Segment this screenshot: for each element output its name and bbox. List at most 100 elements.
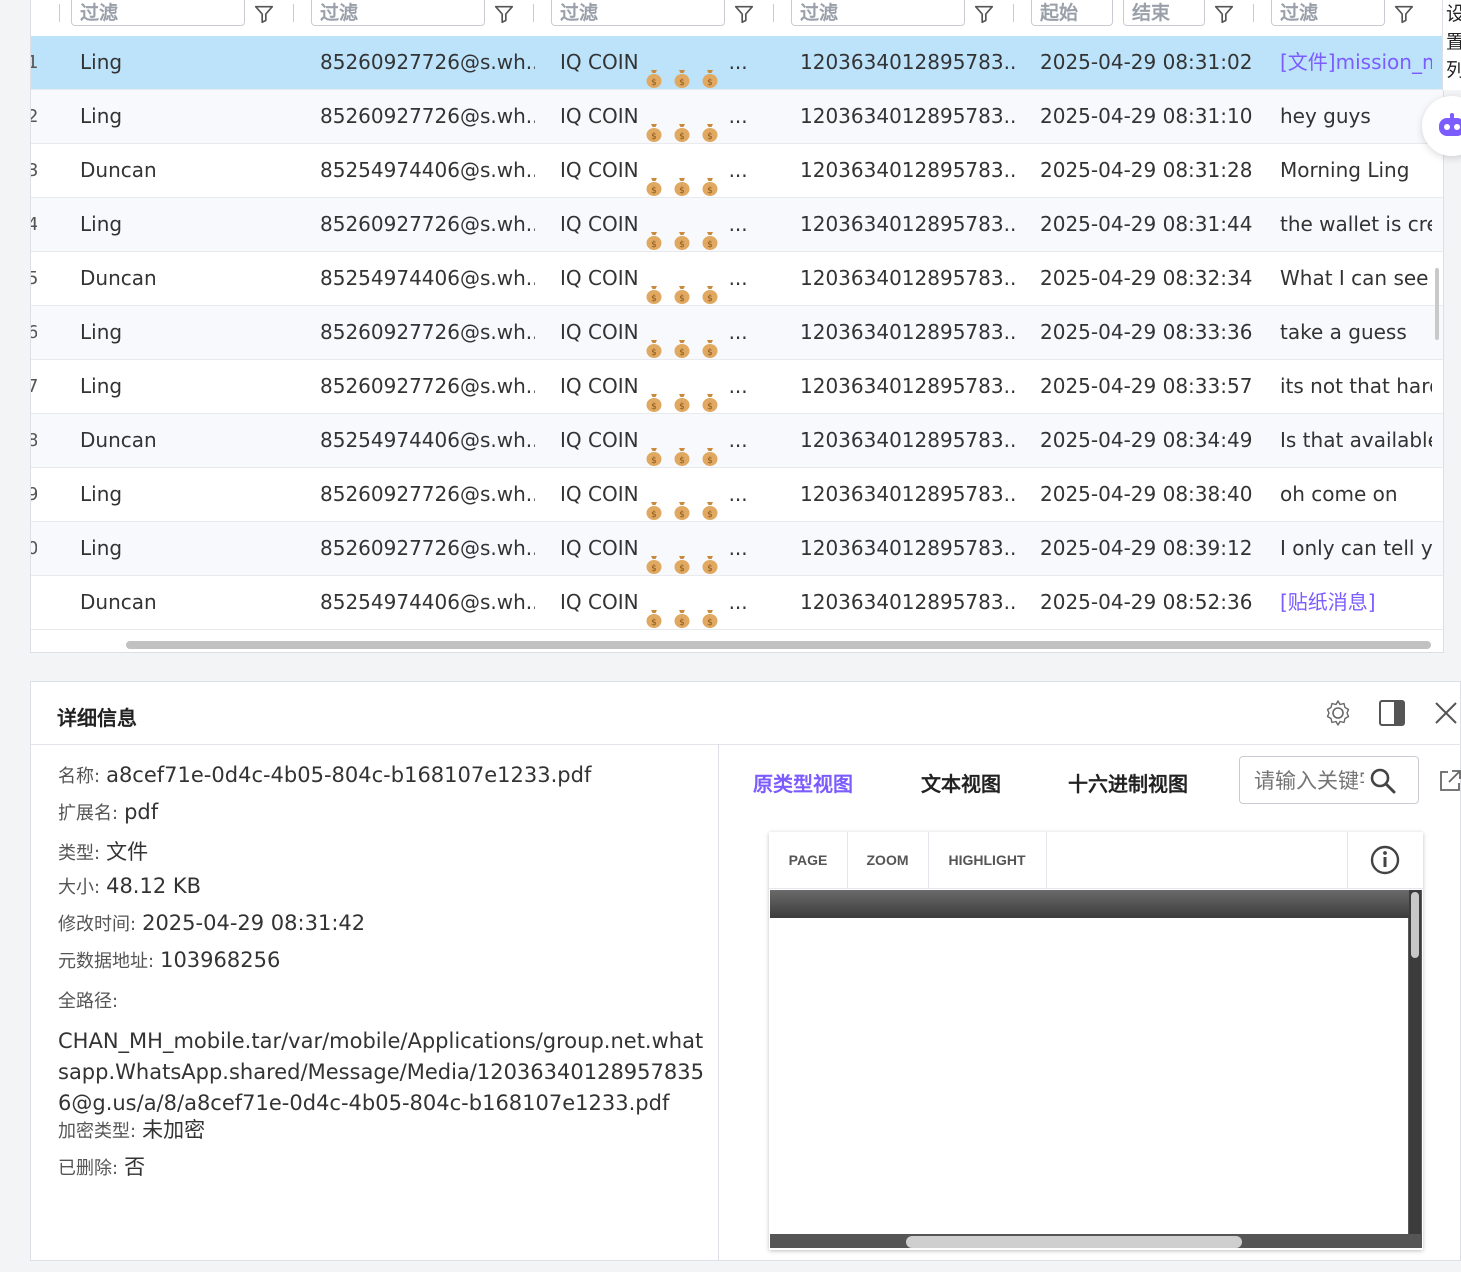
svg-text:$: $ xyxy=(679,78,685,88)
chat-cell: IQ COIN $ $ $... xyxy=(560,36,775,89)
money-bag-icons: $ $ $ xyxy=(645,469,729,521)
time-cell: 2025-04-29 08:31:10 xyxy=(1040,104,1253,128)
chat-id-cell: 1203634012895783... xyxy=(800,212,1015,236)
filter-icon[interactable] xyxy=(733,3,755,25)
money-bag-icon: $ xyxy=(645,325,663,358)
money-bag-icon: $ xyxy=(673,55,691,88)
time-cell: 2025-04-29 08:31:28 xyxy=(1040,158,1253,182)
table-row[interactable]: 4 Ling 85260927726@s.wh... IQ COIN $ $ $... 120… xyxy=(31,198,1443,252)
row-number: 1 xyxy=(31,36,37,89)
size-value: 48.12 KB xyxy=(106,874,202,898)
pdf-page-tab[interactable]: PAGE xyxy=(769,832,848,888)
table-row[interactable]: 6 Ling 85260927726@s.wh... IQ COIN $ $ $... 120… xyxy=(31,306,1443,360)
tab-native-view[interactable]: 原类型视图 xyxy=(753,768,853,797)
column-settings-button[interactable]: 设置列 xyxy=(1442,0,1461,90)
money-bag-icon: $ xyxy=(645,163,663,196)
filter-input-sender[interactable]: 过滤 xyxy=(71,0,245,26)
svg-text:$: $ xyxy=(707,132,713,142)
table-row[interactable]: 1 Ling 85260927726@s.wh... IQ COIN $ $ $... 120… xyxy=(31,36,1443,90)
gear-icon[interactable] xyxy=(1323,698,1353,728)
chat-ellipsis: ... xyxy=(728,266,748,290)
filter-range-end[interactable]: 结束 xyxy=(1123,0,1205,26)
table-row[interactable]: 5 Duncan 85254974406@s.wh... IQ COIN $ $ $... 1… xyxy=(31,252,1443,306)
content-cell: I only can tell yo xyxy=(1280,536,1432,560)
detail-header: 详细信息 xyxy=(31,682,1461,745)
svg-text:$: $ xyxy=(707,348,713,358)
table-row[interactable]: 2 Ling 85260927726@s.wh... IQ COIN $ $ $... 120… xyxy=(31,90,1443,144)
extension-value: pdf xyxy=(124,800,159,824)
row-number: 0 xyxy=(31,522,37,575)
horizontal-scrollbar[interactable] xyxy=(126,641,1431,649)
pdf-vertical-scrollbar[interactable] xyxy=(1411,892,1419,958)
pdf-horizontal-scrollbar[interactable] xyxy=(906,1236,1242,1248)
content-cell: its not that hard xyxy=(1280,374,1432,398)
sender-cell: Duncan xyxy=(80,158,157,182)
column-separator xyxy=(533,4,534,22)
filter-range-start[interactable]: 起始 xyxy=(1031,0,1113,26)
filter-input-chat-id[interactable]: 过滤 xyxy=(791,0,965,26)
chat-name: IQ COIN xyxy=(560,50,639,74)
content-cell: Morning Ling xyxy=(1280,158,1410,182)
chat-id-cell: 1203634012895783... xyxy=(800,320,1015,344)
content-cell[interactable]: [贴纸消息] xyxy=(1280,576,1432,629)
pdf-zoom-tab[interactable]: ZOOM xyxy=(847,832,929,888)
content-cell: the wallet is crea xyxy=(1280,212,1432,236)
split-view-icon[interactable] xyxy=(1377,698,1407,728)
sender-cell: Duncan xyxy=(80,428,157,452)
sender-cell: Duncan xyxy=(80,266,157,290)
time-cell: 2025-04-29 08:31:02 xyxy=(1040,50,1253,74)
filter-icon[interactable] xyxy=(253,3,275,25)
svg-text:$: $ xyxy=(651,78,657,88)
tab-hex-view[interactable]: 十六进制视图 xyxy=(1068,768,1188,797)
svg-text:$: $ xyxy=(651,132,657,142)
money-bag-icons: $ $ $ xyxy=(645,91,729,143)
close-icon[interactable] xyxy=(1431,698,1461,728)
money-bag-icon: $ xyxy=(645,217,663,250)
filter-icon[interactable] xyxy=(1393,3,1415,25)
content-cell: What I can see is xyxy=(1280,266,1432,290)
table-row[interactable]: Duncan 85254974406@s.wh... IQ COIN $ $ $... 12… xyxy=(31,576,1443,630)
table-row[interactable]: 7 Ling 85260927726@s.wh... IQ COIN $ $ $... 120… xyxy=(31,360,1443,414)
money-bag-icons: $ $ $ xyxy=(645,415,729,467)
table-row[interactable]: 3 Duncan 85254974406@s.wh... IQ COIN $ $ $... 1… xyxy=(31,144,1443,198)
chat-ellipsis: ... xyxy=(728,482,748,506)
money-bag-icon: $ xyxy=(701,163,719,196)
money-bag-icons: $ $ $ xyxy=(645,523,729,575)
money-bag-icon: $ xyxy=(701,379,719,412)
info-encryption: 加密类型: 未加密 xyxy=(58,1118,206,1142)
svg-text:$: $ xyxy=(679,294,685,304)
full-path-value: CHAN_MH_mobile.tar/var/mobile/Applicatio… xyxy=(58,1029,704,1115)
row-number: 6 xyxy=(31,306,37,359)
content-cell[interactable]: [文件]mission_m xyxy=(1280,36,1432,89)
filter-input-content[interactable]: 过滤 xyxy=(1271,0,1385,26)
row-number: 8 xyxy=(31,414,37,467)
chat-cell: IQ COIN $ $ $... xyxy=(560,360,775,413)
time-cell: 2025-04-29 08:32:34 xyxy=(1040,266,1253,290)
pdf-info-button[interactable] xyxy=(1347,832,1424,888)
search-icon[interactable] xyxy=(1368,766,1398,796)
money-bag-icon: $ xyxy=(673,325,691,358)
table-row[interactable]: 8 Duncan 85254974406@s.wh... IQ COIN $ $ $... 1… xyxy=(31,414,1443,468)
account-cell: 85254974406@s.wh... xyxy=(320,590,535,614)
filter-input-chat[interactable]: 过滤 xyxy=(551,0,725,26)
tab-text-view[interactable]: 文本视图 xyxy=(921,768,1001,797)
vertical-scrollbar[interactable] xyxy=(1435,268,1439,340)
filter-icon[interactable] xyxy=(973,3,995,25)
filter-icon[interactable] xyxy=(1213,3,1235,25)
modified-time-value: 2025-04-29 08:31:42 xyxy=(142,911,366,935)
file-name-value: a8cef71e-0d4c-4b05-804c-b168107e1233.pdf xyxy=(106,763,592,787)
pdf-highlight-tab[interactable]: HIGHLIGHT xyxy=(928,832,1047,888)
keyword-search-input[interactable] xyxy=(1252,765,1366,797)
pdf-page-header-band xyxy=(770,890,1410,918)
money-bag-icon: $ xyxy=(645,109,663,142)
account-cell: 85260927726@s.wh... xyxy=(320,104,535,128)
filter-icon[interactable] xyxy=(493,3,515,25)
table-row[interactable]: 0 Ling 85260927726@s.wh... IQ COIN $ $ $... 120… xyxy=(31,522,1443,576)
table-row[interactable]: 9 Ling 85260927726@s.wh... IQ COIN $ $ $... 120… xyxy=(31,468,1443,522)
open-external-icon[interactable] xyxy=(1437,768,1461,794)
chat-name: IQ COIN xyxy=(560,158,639,182)
svg-text:$: $ xyxy=(651,564,657,574)
keyword-search xyxy=(1239,756,1419,804)
filter-input-account[interactable]: 过滤 xyxy=(311,0,485,26)
deleted-value: 否 xyxy=(124,1155,146,1179)
